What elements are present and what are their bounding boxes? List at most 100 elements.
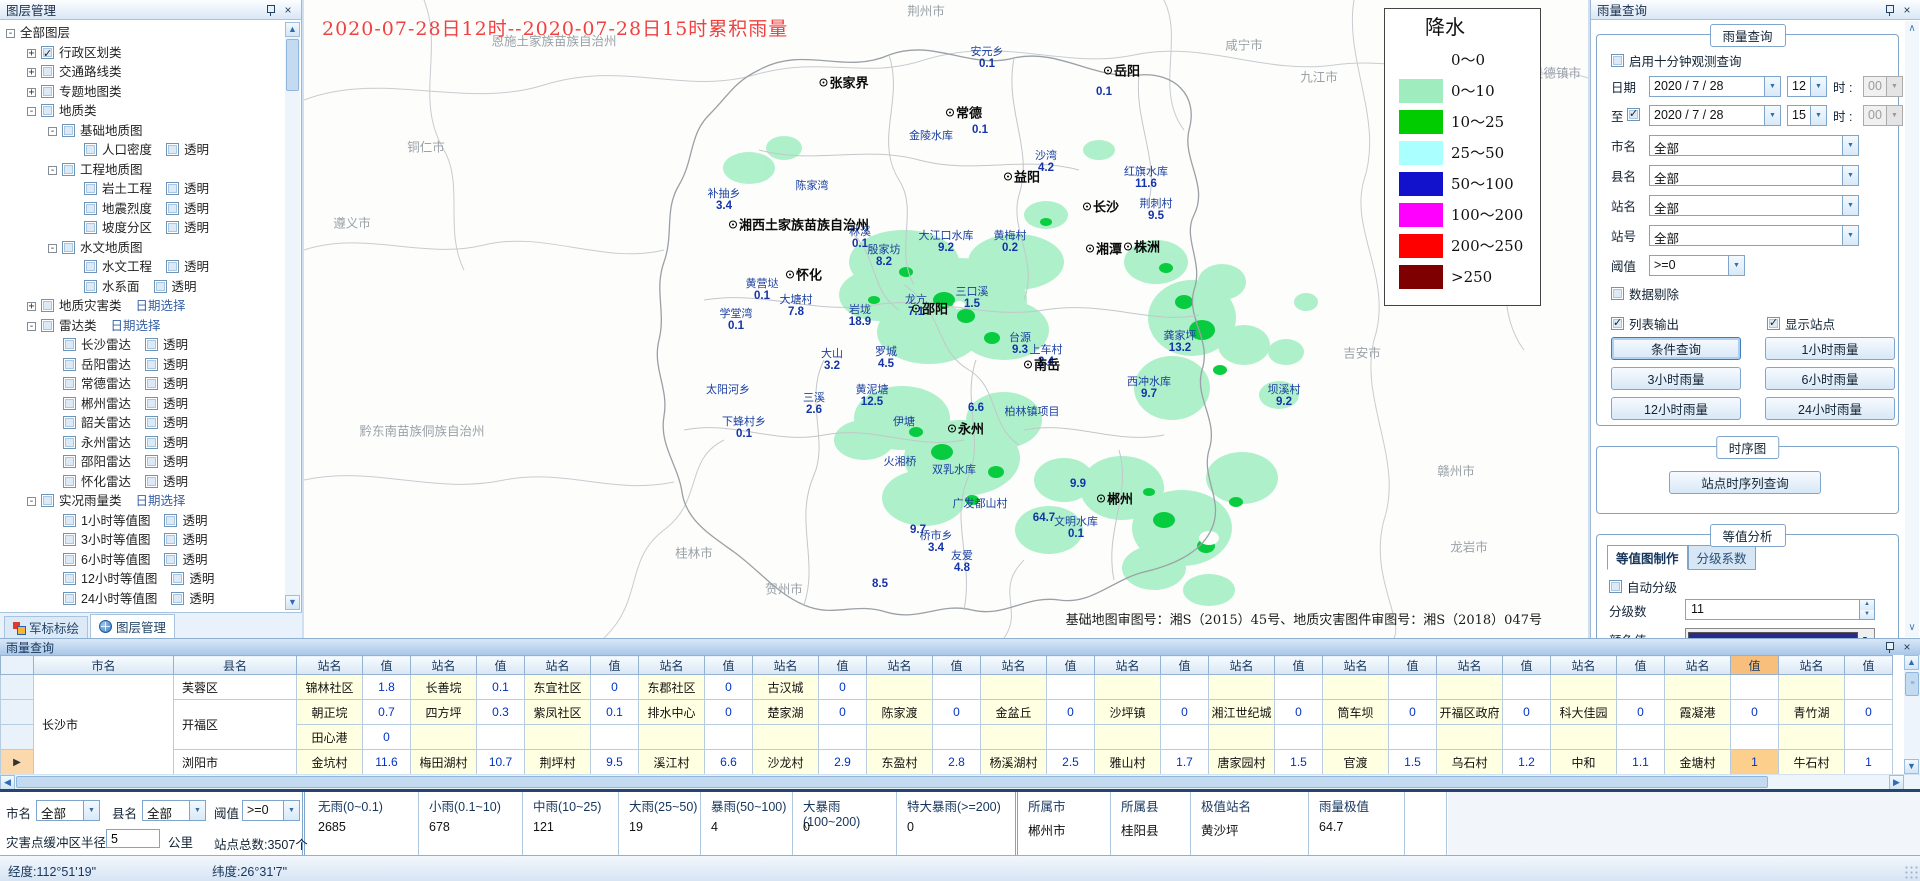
station-name-cell[interactable]: 四方坪 (411, 700, 477, 725)
layer-checkbox[interactable] (63, 533, 76, 546)
station-value-cell[interactable] (1503, 675, 1551, 700)
station-value-cell[interactable]: 0 (933, 700, 981, 725)
transparent-checkbox[interactable] (166, 221, 179, 234)
tree-expander-icon[interactable]: - (27, 107, 36, 116)
station-name-cell[interactable]: 朝正垸 (297, 700, 363, 725)
station-value-cell[interactable]: 0 (705, 700, 753, 725)
station-name-cell[interactable]: 筒车坝 (1323, 700, 1389, 725)
scrollbar-thumb[interactable] (16, 776, 1768, 788)
station-value-cell[interactable]: 0.3 (477, 700, 525, 725)
close-icon[interactable]: × (281, 3, 295, 17)
transparent-checkbox[interactable] (171, 592, 184, 605)
station-name-cell[interactable] (1095, 725, 1161, 750)
layer-checkbox[interactable] (84, 260, 97, 273)
station-value-cell[interactable]: 1.5 (1275, 750, 1323, 775)
station-name-cell[interactable] (1209, 725, 1275, 750)
station-name-cell[interactable]: 楚家湖 (753, 700, 819, 725)
tree-expander-icon[interactable]: + (27, 88, 36, 97)
query-button-1[interactable]: 条件查询 (1611, 337, 1741, 360)
layer-checkbox[interactable] (63, 572, 76, 585)
station-name-cell[interactable]: 金盆丘 (981, 700, 1047, 725)
layer-checkbox[interactable] (84, 202, 97, 215)
scrollbar-thumb[interactable] (286, 39, 299, 91)
station-name-cell[interactable]: 排水中心 (639, 700, 705, 725)
station-name-cell[interactable]: 雅山村 (1095, 750, 1161, 775)
date-select-link[interactable]: 日期选择 (136, 299, 186, 313)
layer-label[interactable]: 常德雷达 (81, 377, 131, 391)
threshold-combo[interactable]: >=0▼ (1649, 255, 1745, 276)
layer-label[interactable]: 12小时等值图 (81, 572, 157, 586)
layer-label[interactable]: 24小时等值图 (81, 592, 157, 606)
transparent-checkbox[interactable] (145, 475, 158, 488)
row-selector[interactable] (1, 675, 34, 700)
station-name-cell[interactable] (1665, 725, 1731, 750)
scroll-up-icon[interactable]: ∧ (1905, 23, 1919, 34)
station-column-header[interactable]: 站名 (753, 656, 819, 675)
station-value-cell[interactable] (1389, 725, 1437, 750)
tab-isoline-make[interactable]: 等值图制作 (1607, 545, 1688, 570)
value-column-header[interactable]: 值 (933, 656, 981, 675)
layer-checkbox[interactable] (41, 85, 54, 98)
station-name-cell[interactable]: 科大佳园 (1551, 700, 1617, 725)
right-panel-scrollbar[interactable]: ∧ ∨ (1905, 21, 1919, 637)
station-value-cell[interactable]: 0 (1617, 700, 1665, 725)
station-value-cell[interactable]: 0 (705, 675, 753, 700)
sidebar-tab-layer-manager[interactable]: 图层管理 (90, 614, 175, 638)
layer-tree-scrollbar[interactable]: ▲ ▼ (285, 22, 300, 610)
station-value-cell[interactable]: 0.7 (363, 700, 411, 725)
value-column-header[interactable]: 值 (1617, 656, 1665, 675)
layer-checkbox[interactable] (41, 299, 54, 312)
station-value-cell[interactable] (819, 725, 867, 750)
layer-label[interactable]: 地质类 (59, 104, 97, 118)
station-name-cell[interactable] (1209, 675, 1275, 700)
station-name-cell[interactable]: 紫凤社区 (525, 700, 591, 725)
layer-checkbox[interactable] (63, 514, 76, 527)
value-column-header[interactable]: 值 (1047, 656, 1095, 675)
query-button-2[interactable]: 1小时雨量 (1765, 337, 1895, 360)
date-to-picker[interactable]: 2020 / 7 / 28▼ (1649, 105, 1781, 126)
station-value-cell[interactable] (705, 725, 753, 750)
city-column-header[interactable]: 市名 (34, 656, 174, 675)
table-horizontal-scrollbar[interactable]: ◀ ▶ (0, 774, 1920, 789)
layer-checkbox[interactable] (84, 182, 97, 195)
station-column-header[interactable]: 站名 (1095, 656, 1161, 675)
layer-checkbox[interactable] (63, 416, 76, 429)
station-name-cell[interactable] (525, 725, 591, 750)
date-to-checkbox[interactable] (1627, 108, 1640, 121)
county-combo[interactable]: 全部▼ (1649, 165, 1859, 186)
station-name-cell[interactable] (411, 725, 477, 750)
station-name-cell[interactable]: 荆坪村 (525, 750, 591, 775)
station-column-header[interactable]: 站名 (1323, 656, 1389, 675)
station-column-header[interactable]: 站名 (1437, 656, 1503, 675)
station-name-cell[interactable] (1551, 675, 1617, 700)
value-column-header[interactable]: 值 (1275, 656, 1323, 675)
station-name-cell[interactable]: 东盈村 (867, 750, 933, 775)
station-name-cell[interactable] (981, 725, 1047, 750)
station-name-cell[interactable]: 沙坪镇 (1095, 700, 1161, 725)
station-value-cell[interactable] (1047, 725, 1095, 750)
layer-label[interactable]: 水系面 (102, 280, 140, 294)
layer-label[interactable]: 郴州雷达 (81, 397, 131, 411)
value-column-header[interactable]: 值 (819, 656, 867, 675)
close-icon[interactable]: × (1900, 3, 1914, 17)
scroll-right-icon[interactable]: ▶ (1889, 775, 1904, 790)
tree-expander-icon[interactable]: + (27, 68, 36, 77)
layer-checkbox[interactable] (41, 494, 54, 507)
scroll-left-icon[interactable]: ◀ (0, 775, 15, 790)
filter-threshold-combo[interactable]: >=0▼ (242, 800, 300, 821)
station-value-cell[interactable]: 9.5 (591, 750, 639, 775)
station-name-cell[interactable] (867, 725, 933, 750)
station-column-header[interactable]: 站名 (1209, 656, 1275, 675)
layer-checkbox[interactable] (84, 280, 97, 293)
layer-checkbox[interactable] (63, 475, 76, 488)
station-name-cell[interactable]: 金塘村 (1665, 750, 1731, 775)
layer-checkbox[interactable] (63, 358, 76, 371)
transparent-checkbox[interactable] (145, 358, 158, 371)
station-name-cell[interactable]: 古汉城 (753, 675, 819, 700)
station-value-cell[interactable]: 0.1 (591, 700, 639, 725)
station-name-cell[interactable]: 东宜社区 (525, 675, 591, 700)
row-selector[interactable] (1, 700, 34, 725)
station-value-cell[interactable] (1161, 725, 1209, 750)
row-selector[interactable] (1, 725, 34, 750)
station-value-cell[interactable]: 1.1 (1617, 750, 1665, 775)
